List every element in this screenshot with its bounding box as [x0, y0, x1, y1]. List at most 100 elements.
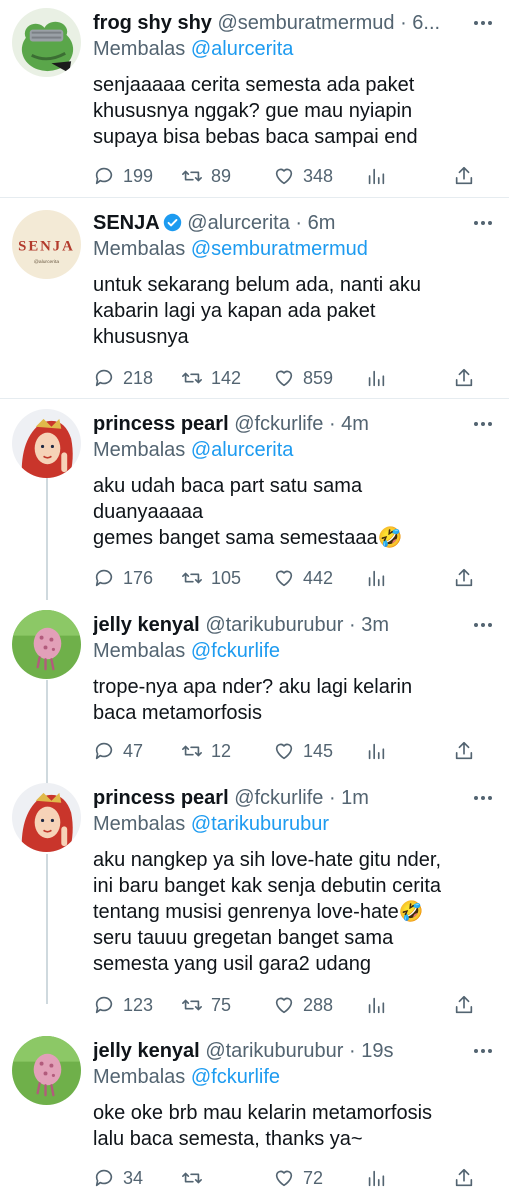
reply-to-link[interactable]: @semburatmermud: [191, 238, 368, 260]
display-name[interactable]: jelly kenyal: [93, 1040, 200, 1062]
reply-icon: [95, 167, 113, 185]
retweet-button[interactable]: 142: [181, 365, 241, 391]
handle[interactable]: @tarikuburubur: [205, 1040, 343, 1062]
reply-button[interactable]: 34: [93, 1165, 143, 1191]
like-button[interactable]: 442: [273, 565, 333, 591]
views-button[interactable]: [365, 992, 395, 1018]
like-count: 442: [303, 567, 334, 588]
reply-count: 218: [123, 367, 154, 388]
tweet[interactable]: SENJA @alurcerita SENJA @alurcerita · 6m…: [0, 198, 509, 398]
tweet[interactable]: frog shy shy @semburatmermud · 6... Memb…: [0, 0, 509, 197]
heart-icon: [275, 370, 293, 387]
reply-to-link[interactable]: @alurcerita: [191, 38, 294, 60]
reply-button[interactable]: 176: [93, 565, 153, 591]
reply-context: Membalas @semburatmermud: [93, 236, 368, 262]
reply-to-link[interactable]: @tarikuburubur: [191, 813, 329, 835]
share-icon: [455, 368, 473, 387]
reply-button[interactable]: 199: [93, 163, 153, 189]
share-button[interactable]: [453, 738, 483, 764]
share-icon: [455, 568, 473, 587]
avatar[interactable]: [12, 409, 81, 478]
like-button[interactable]: 859: [273, 365, 333, 391]
timestamp[interactable]: · 1m: [329, 787, 369, 809]
handle[interactable]: @tarikuburubur: [205, 614, 343, 636]
avatar[interactable]: [12, 1036, 81, 1105]
like-button[interactable]: 145: [273, 738, 333, 764]
display-name[interactable]: frog shy shy: [93, 12, 212, 34]
reply-to-link[interactable]: @fckurlife: [191, 1066, 280, 1088]
share-button[interactable]: [453, 163, 483, 189]
retweet-button[interactable]: 89: [181, 163, 231, 189]
more-options-icon[interactable]: [471, 1038, 495, 1064]
display-name[interactable]: SENJA: [93, 212, 160, 234]
views-button[interactable]: [365, 738, 395, 764]
like-button[interactable]: 348: [273, 163, 333, 189]
retweet-button[interactable]: 105: [181, 565, 241, 591]
avatar[interactable]: [12, 610, 81, 679]
reply-count: 176: [123, 567, 154, 588]
more-options-icon[interactable]: [471, 411, 495, 437]
timestamp[interactable]: · 6m: [295, 212, 335, 234]
retweet-count: 12: [211, 740, 232, 761]
more-options-icon[interactable]: [471, 210, 495, 236]
more-options-icon[interactable]: [471, 10, 495, 36]
retweet-button[interactable]: 75: [181, 992, 231, 1018]
display-name[interactable]: princess pearl: [93, 787, 229, 809]
timestamp[interactable]: · 19s: [349, 1040, 393, 1062]
reply-count: 47: [123, 740, 144, 761]
tweet-text: aku udah baca part satu sama duanyaaaaa …: [93, 475, 403, 549]
share-button[interactable]: [453, 365, 483, 391]
like-count: 348: [303, 165, 334, 186]
views-button[interactable]: [365, 1165, 395, 1191]
svg-text:@alurcerita: @alurcerita: [34, 259, 59, 265]
reply-icon: [95, 1169, 113, 1187]
views-button[interactable]: [365, 163, 395, 189]
more-options-icon[interactable]: [471, 785, 495, 811]
tweet[interactable]: princess pearl @fckurlife · 1m Membalas …: [0, 773, 509, 1025]
tweet-header: princess pearl @fckurlife · 4m: [93, 411, 471, 437]
handle[interactable]: @alurcerita: [187, 212, 290, 234]
tweet-header: princess pearl @fckurlife · 1m: [93, 785, 471, 811]
tweet[interactable]: jelly kenyal @tarikuburubur · 3m Membala…: [0, 600, 509, 772]
timestamp[interactable]: · 6...: [400, 12, 440, 34]
display-name[interactable]: princess pearl: [93, 413, 229, 435]
share-button[interactable]: [453, 565, 483, 591]
retweet-count: 89: [211, 165, 232, 186]
handle[interactable]: @fckurlife: [234, 787, 323, 809]
views-button[interactable]: [365, 565, 395, 591]
reply-to-link[interactable]: @fckurlife: [191, 640, 280, 662]
tweet[interactable]: jelly kenyal @tarikuburubur · 19s Membal…: [0, 1026, 509, 1200]
handle[interactable]: @fckurlife: [234, 413, 323, 435]
reply-prefix: Membalas: [93, 439, 186, 461]
timestamp[interactable]: · 4m: [329, 413, 369, 435]
avatar[interactable]: [12, 8, 81, 77]
retweet-icon: [182, 745, 202, 757]
retweet-count: 142: [211, 367, 242, 388]
share-button[interactable]: [453, 1165, 483, 1191]
like-button[interactable]: 288: [273, 992, 333, 1018]
reply-button[interactable]: 123: [93, 992, 153, 1018]
princess-avatar-icon: [12, 409, 81, 478]
reply-to-link[interactable]: @alurcerita: [191, 439, 294, 461]
handle[interactable]: @semburatmermud: [217, 12, 394, 34]
avatar[interactable]: [12, 783, 81, 852]
like-count: 859: [303, 367, 334, 388]
reply-context: Membalas @fckurlife: [93, 638, 280, 664]
tweet[interactable]: princess pearl @fckurlife · 4m Membalas …: [0, 399, 509, 599]
frog-avatar-icon: [12, 8, 81, 77]
reply-button[interactable]: 218: [93, 365, 153, 391]
retweet-icon: [182, 999, 202, 1011]
share-icon: [455, 741, 473, 760]
timestamp[interactable]: · 3m: [349, 614, 389, 636]
reply-prefix: Membalas: [93, 813, 186, 835]
retweet-button[interactable]: [181, 1165, 211, 1191]
more-options-icon[interactable]: [471, 612, 495, 638]
share-button[interactable]: [453, 992, 483, 1018]
retweet-button[interactable]: 12: [181, 738, 231, 764]
like-button[interactable]: 72: [273, 1165, 323, 1191]
views-button[interactable]: [365, 365, 395, 391]
avatar[interactable]: SENJA @alurcerita: [12, 210, 81, 279]
display-name[interactable]: jelly kenyal: [93, 614, 200, 636]
reply-context: Membalas @alurcerita: [93, 36, 293, 62]
reply-button[interactable]: 47: [93, 738, 143, 764]
